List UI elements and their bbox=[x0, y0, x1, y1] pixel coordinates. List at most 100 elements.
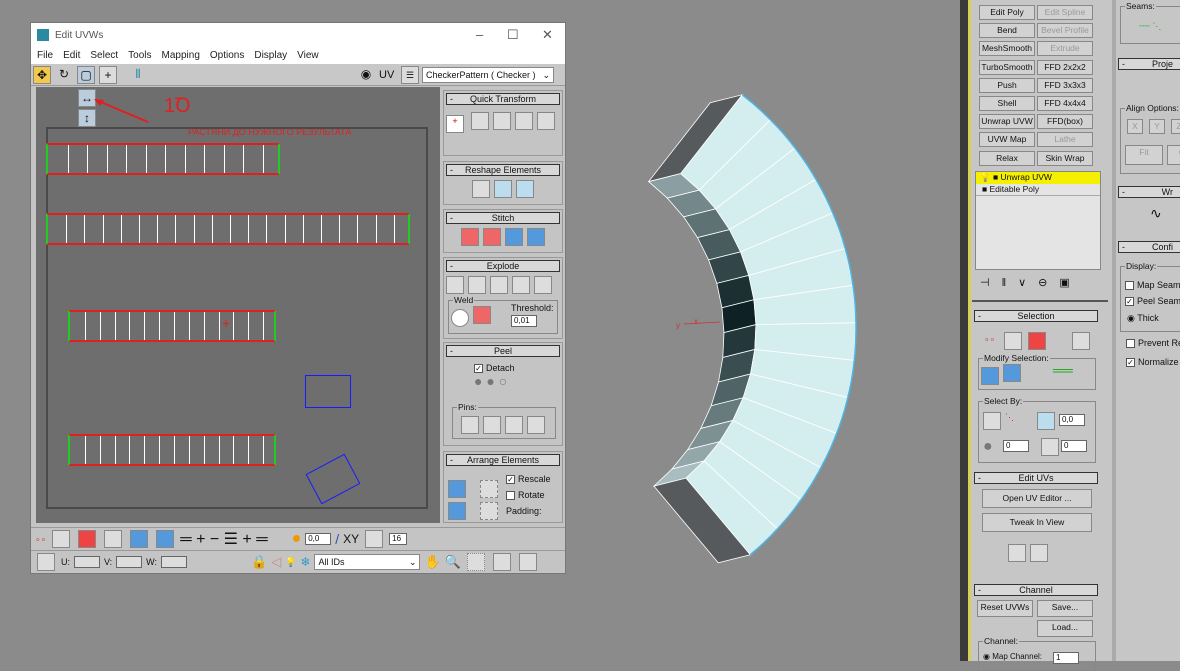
rotate-90-icon[interactable] bbox=[514, 112, 533, 130]
menu-display[interactable]: Display bbox=[254, 50, 287, 61]
checker-map-icon[interactable]: ◉ bbox=[357, 66, 375, 84]
grid-snap-icon[interactable] bbox=[365, 530, 384, 548]
rotate-tool-icon[interactable]: ↻ bbox=[55, 66, 73, 84]
planar-angle-icon[interactable] bbox=[1037, 412, 1055, 430]
modifier-button[interactable]: UVW Map bbox=[979, 132, 1035, 148]
grid-icon[interactable] bbox=[472, 180, 490, 198]
reset-uvws-button[interactable]: Reset UVWs bbox=[977, 600, 1033, 617]
w-input[interactable] bbox=[161, 556, 188, 568]
minimize-button[interactable]: – bbox=[476, 27, 483, 42]
pack-normalize-icon[interactable] bbox=[480, 480, 498, 498]
prevent-checkbox[interactable] bbox=[1126, 339, 1135, 349]
xy-axis-button[interactable]: XY bbox=[343, 532, 359, 546]
pack-together-icon[interactable] bbox=[448, 502, 466, 520]
loop-ring-icon[interactable]: ══ bbox=[1053, 362, 1073, 378]
modifier-button[interactable]: Shell bbox=[979, 96, 1035, 111]
modifier-stack[interactable]: 💡 ■ Unwrap UVW ■ Editable Poly bbox=[975, 171, 1101, 270]
maximize-button[interactable]: ☐ bbox=[507, 27, 519, 43]
thick-radio[interactable]: ◉ Thick bbox=[1127, 313, 1159, 324]
rescale-checkbox[interactable]: ✓ bbox=[506, 475, 515, 485]
id-filter-select[interactable]: All IDs ⌄ bbox=[314, 554, 421, 570]
freeze-icon[interactable]: ❄ bbox=[300, 555, 310, 569]
stitch-header[interactable]: Stitch bbox=[492, 213, 515, 223]
modifier-button[interactable]: MeshSmooth bbox=[979, 41, 1035, 57]
distance-icon[interactable]: / bbox=[335, 531, 339, 547]
channel-header[interactable]: - Channel bbox=[974, 584, 1098, 596]
center-button[interactable]: C bbox=[1167, 145, 1180, 165]
polygon-mode-icon[interactable] bbox=[78, 530, 97, 548]
modifier-button[interactable]: Push bbox=[979, 77, 1035, 93]
texture-select[interactable]: CheckerPattern ( Checker ) ⌄ bbox=[422, 67, 554, 83]
unpin-icon[interactable] bbox=[483, 416, 501, 434]
menu-file[interactable]: File bbox=[37, 50, 53, 61]
vertex-mode-icon[interactable]: ∘∘ bbox=[35, 534, 46, 545]
loop-ring-icons[interactable]: ═ + − ☰ + ═ bbox=[180, 529, 267, 549]
planar-project-icon[interactable] bbox=[1052, 544, 1070, 562]
hide-icon[interactable]: ◁ bbox=[271, 554, 281, 570]
vertex-icon[interactable]: ∘∘ bbox=[984, 334, 995, 345]
map-channel-input[interactable]: 1 bbox=[1053, 652, 1079, 664]
edit-uvs-header[interactable]: - Edit UVs bbox=[974, 472, 1098, 484]
weld-selected-icon[interactable] bbox=[473, 306, 491, 324]
space-icon[interactable] bbox=[536, 112, 555, 130]
relax-icon[interactable] bbox=[494, 180, 512, 198]
modifier-button[interactable]: Skin Wrap bbox=[1037, 150, 1093, 166]
select-by-element-icon[interactable] bbox=[983, 412, 1001, 430]
stitch-source-icon[interactable] bbox=[483, 228, 501, 246]
stitch-average-icon[interactable] bbox=[505, 228, 523, 246]
align-icon[interactable] bbox=[470, 112, 489, 130]
smoothing-group-input[interactable]: 0 bbox=[1003, 440, 1029, 452]
map-seams-checkbox[interactable] bbox=[1125, 281, 1134, 291]
normalize-checkbox[interactable]: ✓ bbox=[1126, 358, 1135, 368]
menu-select[interactable]: Select bbox=[90, 50, 118, 61]
material-id-icon[interactable] bbox=[1041, 438, 1059, 456]
configure-header[interactable]: - Confi bbox=[1118, 241, 1180, 253]
reshape-header[interactable]: Reshape Elements bbox=[465, 165, 541, 175]
stitch-target-icon[interactable] bbox=[461, 228, 479, 246]
peel-header[interactable]: Peel bbox=[494, 346, 512, 356]
modifier-button[interactable]: FFD 4x4x4 bbox=[1037, 96, 1093, 111]
spline-map-icon[interactable]: ∿ bbox=[1150, 205, 1162, 222]
grid-size-input[interactable]: 16 bbox=[389, 533, 408, 545]
modifier-button[interactable]: Bevel Profile bbox=[1037, 23, 1093, 39]
edge-mode-icon[interactable] bbox=[52, 530, 71, 548]
projection-header[interactable]: - Proje bbox=[1118, 58, 1180, 70]
straighten-icon[interactable] bbox=[492, 112, 511, 130]
grow-selection-icon[interactable] bbox=[130, 530, 149, 548]
align-x-button[interactable]: X bbox=[1127, 119, 1143, 134]
align-z-button[interactable]: Z bbox=[1171, 119, 1180, 134]
save-button[interactable]: Save... bbox=[1037, 600, 1093, 617]
polygon-icon[interactable] bbox=[1028, 332, 1046, 350]
pin-icon[interactable] bbox=[461, 416, 479, 434]
uv-shell-strip[interactable] bbox=[68, 310, 276, 342]
pivot-icon[interactable]: + bbox=[222, 315, 230, 331]
texture-list-icon[interactable]: ☰ bbox=[401, 66, 419, 84]
move-tool-icon[interactable]: ✥ bbox=[33, 66, 51, 84]
select-pins-icon[interactable] bbox=[527, 416, 545, 434]
light-bulb-icon[interactable]: 💡 bbox=[285, 557, 296, 568]
zoom-icon[interactable]: 🔍 bbox=[445, 554, 461, 570]
menu-tools[interactable]: Tools bbox=[128, 50, 151, 61]
grid-snap-toggle-icon[interactable] bbox=[518, 553, 537, 571]
auto-pin-icon[interactable] bbox=[505, 416, 523, 434]
element-icon[interactable] bbox=[1072, 332, 1090, 350]
zoom-region-icon[interactable] bbox=[466, 553, 485, 571]
soft-falloff-input[interactable]: 0,0 bbox=[305, 533, 332, 545]
modifier-button[interactable]: Unwrap UVW bbox=[979, 114, 1035, 130]
explode-header[interactable]: Explode bbox=[487, 261, 520, 271]
uv-shell-square[interactable] bbox=[305, 375, 351, 408]
lock-icon[interactable]: 🔒 bbox=[251, 554, 267, 570]
mirror-tool-icon[interactable]: ⫴ bbox=[129, 66, 147, 84]
threshold-input[interactable]: 0,01 bbox=[511, 315, 537, 327]
selection-header[interactable]: - Selection bbox=[974, 310, 1098, 322]
menu-view[interactable]: View bbox=[297, 50, 319, 61]
uv-shell-strip[interactable] bbox=[46, 213, 410, 245]
wrap-header[interactable]: - Wr bbox=[1118, 186, 1180, 198]
stack-tools-icons[interactable]: ⊣‖∨⊖▣ bbox=[980, 276, 1082, 289]
scale-tool-icon[interactable]: ▢ bbox=[77, 66, 95, 84]
soft-selection-icon[interactable]: ● bbox=[292, 530, 302, 548]
tweak-in-view-button[interactable]: Tweak In View bbox=[982, 513, 1092, 532]
u-input[interactable] bbox=[74, 556, 100, 568]
uv-shell-strip[interactable] bbox=[46, 143, 280, 175]
tweak-disabled-icon[interactable] bbox=[1008, 544, 1026, 562]
